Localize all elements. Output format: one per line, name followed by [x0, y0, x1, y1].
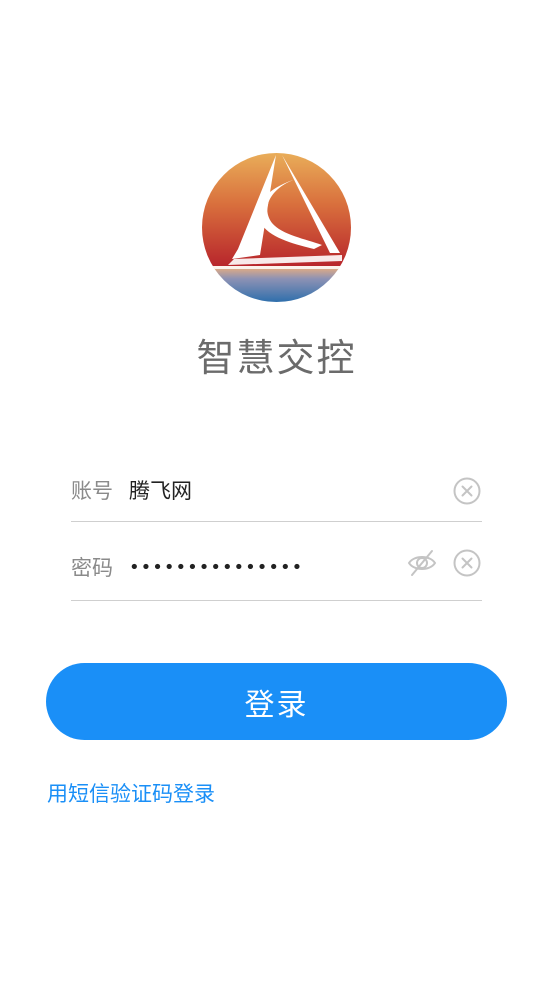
sms-login-link[interactable]: 用短信验证码登录 [47, 779, 215, 809]
login-button[interactable]: 登录 [46, 663, 507, 740]
app-logo [202, 153, 351, 302]
password-row: 密码 [71, 538, 482, 601]
eye-off-icon[interactable] [407, 548, 437, 578]
clear-icon[interactable] [452, 476, 482, 506]
account-row: 账号 [71, 461, 482, 522]
account-label: 账号 [71, 479, 113, 503]
password-label: 密码 [71, 556, 113, 580]
clear-icon[interactable] [452, 548, 482, 578]
password-input[interactable] [129, 552, 379, 582]
app-title: 智慧交控 [196, 336, 357, 380]
account-input[interactable] [129, 475, 379, 505]
